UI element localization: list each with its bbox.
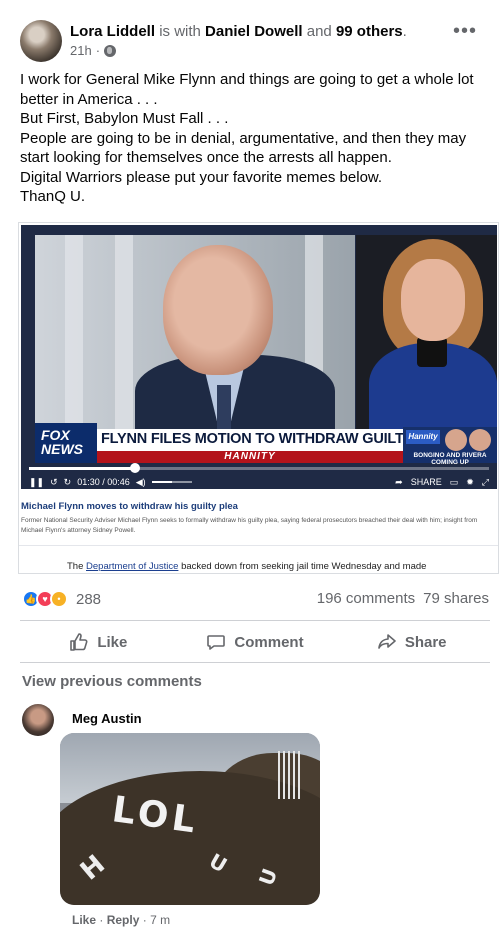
snippet-prefix: The — [67, 561, 84, 572]
view-previous-comments[interactable]: View previous comments — [22, 673, 202, 690]
guest-face — [469, 429, 491, 451]
comment-count[interactable]: 196 comments — [317, 590, 415, 607]
video-controls: ❚❚ ↺ ↻ 01:30 / 00:46 ◀) ➦ SHARE ▭ ✹ ⤢ — [29, 475, 489, 489]
pause-icon[interactable]: ❚❚ — [29, 476, 44, 488]
image-tower — [278, 751, 300, 799]
guest-face — [445, 429, 467, 451]
tagged-others[interactable]: 99 others — [336, 23, 403, 40]
post-line: start looking for themselves once the ar… — [20, 149, 392, 166]
video-headline: FLYNN FILES MOTION TO WITHDRAW GUILTY PL… — [101, 431, 455, 447]
post-actions: Like Comment Share — [20, 624, 490, 660]
comment-label: Comment — [234, 633, 304, 651]
like-button[interactable]: Like — [20, 624, 177, 660]
comment-meta: Like · Reply · 7 m — [72, 913, 170, 927]
show-badge-text: BONGINO AND RIVERA COMING UP — [413, 452, 487, 466]
volume-slider[interactable] — [151, 481, 192, 483]
captions-icon[interactable]: ▭ — [450, 476, 459, 488]
video-progress-fill — [29, 467, 135, 470]
show-badge: Hannity BONGINO AND RIVERA COMING UP — [403, 427, 497, 466]
video-time: 01:30 / 00:46 — [77, 477, 130, 487]
globe-icon — [104, 44, 117, 57]
article-description: Former National Security Adviser Michael… — [21, 517, 478, 534]
post-time[interactable]: 21h — [70, 43, 92, 58]
comment-time[interactable]: 7 m — [150, 913, 170, 927]
comment-reply-link[interactable]: Reply — [107, 913, 140, 927]
engagement-stats: 196 comments 79 shares — [317, 590, 489, 607]
rewind-icon[interactable]: ↺ — [50, 476, 58, 488]
author-name[interactable]: Lora Liddell — [70, 23, 155, 40]
commenter-avatar[interactable] — [22, 704, 54, 736]
thumbs-up-icon — [70, 633, 88, 651]
comment-icon — [207, 635, 226, 650]
meta-separator: · — [99, 913, 104, 927]
volume-icon[interactable]: ◀) — [136, 476, 146, 488]
share-count[interactable]: 79 shares — [423, 590, 489, 607]
post-line: I work for General Mike Flynn and things… — [20, 71, 474, 88]
commenter-name[interactable]: Meg Austin — [72, 711, 142, 726]
meta-dot: · — [95, 43, 101, 58]
video-controls-right: ➦ SHARE ▭ ✹ ⤢ — [395, 476, 489, 488]
post-line: Digital Warriors please put your favorit… — [20, 168, 383, 186]
post-line: But First, Babylon Must Fall . . . — [20, 110, 229, 127]
share-button[interactable]: Share — [333, 624, 490, 660]
fullscreen-icon[interactable]: ⤢ — [482, 476, 489, 488]
post-header: Lora Liddell is with Daniel Dowell and 9… — [70, 22, 407, 41]
header-period: . — [402, 23, 407, 40]
shared-article[interactable]: FOX NEWS FLYNN FILES MOTION TO WITHDRAW … — [18, 222, 499, 574]
snippet-suffix: backed down from seeking jail time Wedne… — [181, 561, 427, 572]
fox-news-logo: FOX NEWS — [35, 423, 97, 463]
share-arrow-icon — [378, 634, 396, 649]
like-label: Like — [97, 633, 128, 651]
meta-separator: · — [142, 913, 147, 927]
show-name-bar: HANNITY — [97, 451, 403, 463]
post-card: Lora Liddell is with Daniel Dowell and 9… — [0, 0, 503, 929]
background-pillar — [115, 235, 133, 430]
more-options-icon[interactable]: ••• — [453, 21, 477, 41]
settings-gear-icon[interactable]: ✹ — [466, 476, 474, 488]
article-snippet: The Department of Justice backed down fr… — [67, 561, 426, 572]
forward-icon[interactable]: ↻ — [64, 476, 72, 488]
woman-face — [401, 259, 465, 341]
article-title[interactable]: Michael Flynn moves to withdraw his guil… — [21, 501, 238, 512]
share-label: Share — [404, 633, 447, 651]
post-line: better in America . . . — [20, 90, 158, 108]
post-text: I work for General Mike Flynn and things… — [20, 70, 490, 207]
doj-link[interactable]: Department of Justice — [86, 561, 178, 572]
video-left-pane — [35, 235, 355, 445]
woman-collar — [417, 337, 447, 367]
comment-image[interactable]: LOL H U U — [60, 733, 320, 905]
volume-fill — [151, 481, 172, 483]
show-badge-logo: Hannity — [406, 430, 440, 444]
post-line: People are going to be in denial, argume… — [20, 129, 467, 147]
man-head — [163, 245, 273, 375]
video-progress-bar[interactable] — [29, 463, 489, 473]
video-player[interactable]: FOX NEWS FLYNN FILES MOTION TO WITHDRAW … — [21, 225, 497, 489]
wow-reaction-icon: • — [50, 590, 68, 608]
background-pillar — [65, 235, 83, 430]
with-text: is with — [159, 23, 201, 40]
article-divider — [19, 545, 498, 546]
tagged-name[interactable]: Daniel Dowell — [205, 23, 303, 40]
video-progress-knob[interactable] — [129, 463, 140, 473]
reaction-summary[interactable]: 👍 ♥ • 288 — [22, 590, 101, 608]
author-avatar[interactable] — [20, 20, 62, 62]
post-line: ThanQ U. — [20, 188, 86, 205]
comment-button[interactable]: Comment — [177, 624, 334, 660]
reaction-count[interactable]: 288 — [76, 591, 101, 608]
comment-like-link[interactable]: Like — [72, 913, 96, 927]
share-label[interactable]: SHARE — [411, 476, 442, 488]
and-text: and — [306, 23, 332, 40]
divider — [20, 620, 490, 621]
share-icon[interactable]: ➦ — [395, 476, 403, 488]
post-meta: 21h · — [70, 43, 117, 58]
divider — [20, 662, 490, 663]
